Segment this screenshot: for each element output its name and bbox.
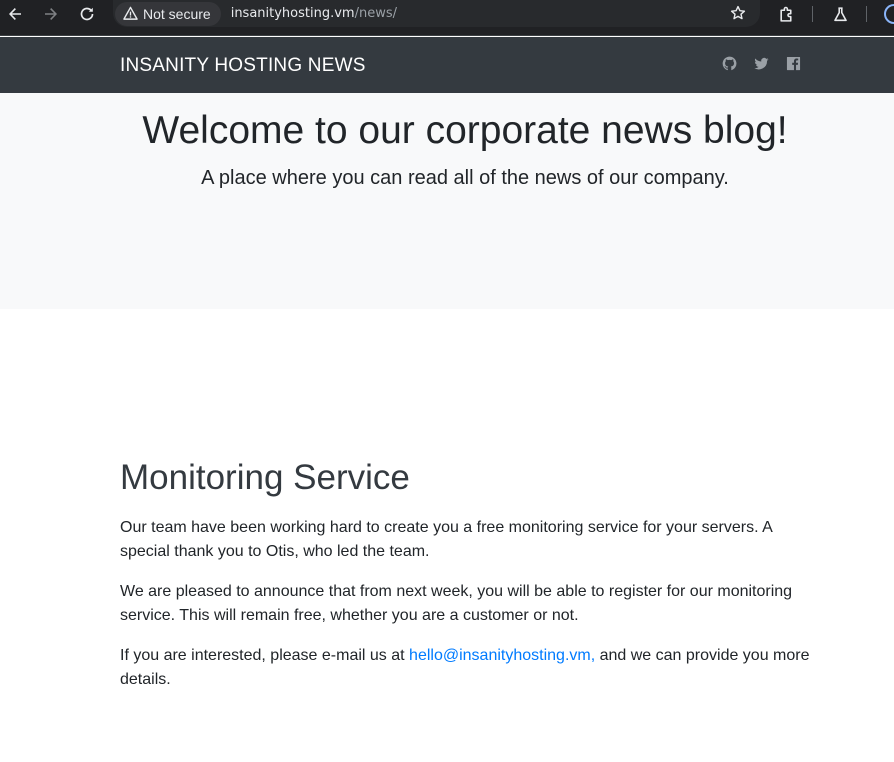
facebook-link[interactable] — [786, 56, 802, 72]
article-title: Monitoring Service — [120, 458, 410, 497]
article-paragraph-2: We are pleased to announce that from nex… — [120, 583, 793, 624]
toolbar-divider-2 — [866, 6, 867, 22]
article-paragraph-3: If you are interested, please e-mail us … — [120, 644, 820, 692]
news-article: Monitoring Service Our team have been wo… — [120, 458, 820, 708]
site-brand[interactable]: INSANITY HOSTING NEWS — [120, 55, 366, 77]
hero-title: Welcome to our corporate news blog! — [142, 109, 788, 152]
facebook-icon — [786, 56, 801, 71]
arrow-left-icon — [9, 8, 21, 20]
bookmark-star-button[interactable] — [730, 5, 746, 26]
extensions-button[interactable] — [774, 3, 798, 25]
hero-lead: A place where you can read all of the ne… — [201, 167, 729, 189]
site-navbar: INSANITY HOSTING NEWS — [0, 37, 894, 93]
email-link[interactable]: hello@insanityhosting.vm, — [409, 647, 595, 664]
url-path: /news/ — [354, 6, 397, 21]
github-link[interactable] — [722, 56, 738, 72]
url-host: insanityhosting.vm — [230, 6, 355, 21]
github-icon — [722, 56, 737, 71]
toolbar-divider — [812, 6, 813, 22]
flask-icon — [833, 6, 847, 21]
article-paragraph-1: Our team have been working hard to creat… — [120, 519, 772, 560]
browser-toolbar: Not secure insanityhosting.vm/news/ — [0, 0, 894, 36]
back-button[interactable] — [1, 3, 29, 25]
twitter-icon — [754, 57, 769, 70]
forward-button[interactable] — [37, 3, 65, 25]
puzzle-icon — [779, 6, 792, 22]
warning-icon — [123, 6, 138, 20]
security-label: Not secure — [143, 5, 211, 22]
labs-button[interactable] — [828, 3, 852, 25]
hero-section: Welcome to our corporate news blog! A pl… — [0, 93, 894, 309]
reload-button[interactable] — [73, 3, 101, 25]
star-icon — [730, 5, 746, 20]
twitter-link[interactable] — [754, 56, 770, 72]
url-text[interactable]: insanityhosting.vm/news/ — [231, 6, 397, 21]
reload-icon — [80, 7, 94, 21]
address-bar[interactable]: Not secure insanityhosting.vm/news/ — [113, 0, 760, 27]
profile-avatar[interactable] — [884, 4, 894, 24]
security-indicator[interactable]: Not secure — [115, 1, 221, 26]
arrow-right-icon — [45, 8, 57, 20]
paragraph-3-lead: If you are interested, please e-mail us … — [120, 647, 410, 664]
